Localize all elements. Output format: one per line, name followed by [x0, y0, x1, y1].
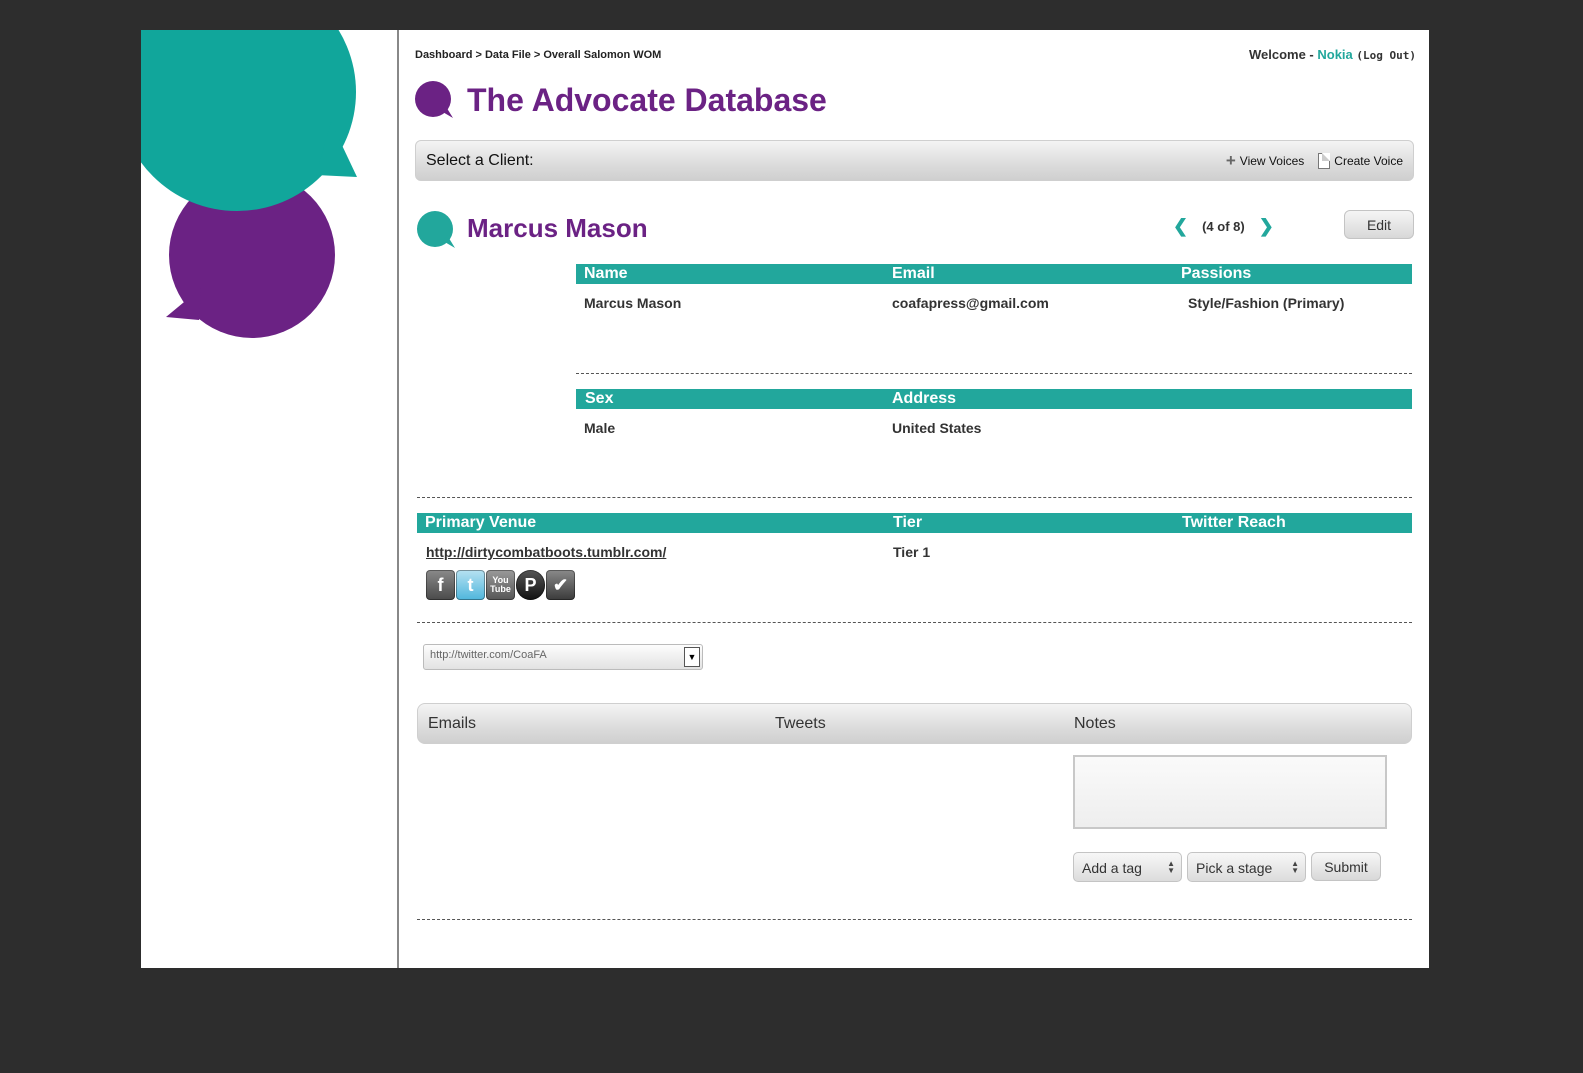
social-links: f t You Tube P ✔	[426, 570, 575, 600]
sex-value: Male	[584, 420, 616, 436]
activity-tabs: Emails Tweets Notes	[417, 703, 1412, 744]
pager-count: (4 of 8)	[1202, 219, 1245, 234]
person-header: Marcus Mason ❮ (4 of 8) ❯ Edit	[417, 210, 1414, 250]
create-voice-label: Create Voice	[1334, 153, 1403, 168]
select-client-label[interactable]: Select a Client:	[426, 152, 534, 170]
person-name: Marcus Mason	[467, 213, 648, 243]
email-value: coafapress@gmail.com	[892, 295, 1049, 311]
tab-emails[interactable]: Emails	[428, 715, 476, 733]
passions-value: Style/Fashion (Primary)	[1188, 295, 1345, 311]
chevron-left-icon[interactable]: ❮	[1173, 216, 1188, 237]
main-content: Dashboard > Data File > Overall Salomon …	[415, 30, 1416, 968]
create-voice-button[interactable]: Create Voice	[1318, 152, 1403, 169]
app-frame: Dashboard > Data File > Overall Salomon …	[141, 30, 1429, 968]
client-toolbar: Select a Client: + View Voices Create Vo…	[415, 140, 1414, 181]
plus-icon: +	[1225, 151, 1236, 170]
add-tag-select[interactable]: Add a tag ▲ ▼	[1073, 852, 1182, 882]
divider	[417, 497, 1412, 498]
demographics-values-row: Male United States	[576, 420, 1412, 440]
sidebar-logo	[141, 30, 399, 968]
dropdown-arrow-icon[interactable]: ▼	[684, 647, 700, 667]
title-row: The Advocate Database	[415, 81, 827, 119]
profile-url-select[interactable]: http://twitter.com/CoaFA ▼	[423, 644, 703, 670]
page-title: The Advocate Database	[467, 81, 827, 118]
tab-tweets[interactable]: Tweets	[775, 715, 826, 733]
submit-button[interactable]: Submit	[1311, 852, 1381, 881]
col-email-header: Email	[892, 265, 935, 282]
divider	[417, 622, 1412, 623]
foursquare-icon[interactable]: ✔	[546, 570, 575, 600]
venue-header-row: Primary Venue Tier Twitter Reach	[417, 513, 1412, 533]
pinterest-icon[interactable]: P	[516, 570, 545, 600]
pick-stage-select[interactable]: Pick a stage ▲ ▼	[1187, 852, 1306, 882]
tier-value: Tier 1	[893, 544, 931, 560]
view-voices-label: View Voices	[1239, 153, 1305, 168]
venue-values-row: http://dirtycombatboots.tumblr.com/ Tier…	[417, 544, 1412, 564]
chat-bubble-icon	[415, 81, 453, 119]
pick-stage-label: Pick a stage	[1196, 860, 1273, 876]
logout-link[interactable]: (Log Out)	[1356, 49, 1416, 62]
divider	[417, 919, 1412, 920]
address-value: United States	[892, 420, 982, 436]
name-value: Marcus Mason	[584, 295, 682, 311]
facebook-icon[interactable]: f	[426, 570, 455, 600]
col-twitter-reach-header: Twitter Reach	[1182, 514, 1286, 531]
speech-bubbles-logo-icon	[141, 30, 357, 338]
document-icon	[1318, 152, 1331, 169]
user-name-link[interactable]: Nokia	[1317, 47, 1352, 62]
chevron-right-icon[interactable]: ❯	[1259, 216, 1274, 237]
col-name-header: Name	[584, 265, 628, 282]
twitter-icon[interactable]: t	[456, 570, 485, 600]
col-sex-header: Sex	[585, 390, 614, 407]
info-values-row: Marcus Mason coafapress@gmail.com Style/…	[576, 295, 1412, 315]
notes-textarea[interactable]	[1073, 755, 1387, 829]
welcome-bar: Welcome - Nokia (Log Out)	[1249, 47, 1416, 62]
edit-button[interactable]: Edit	[1344, 210, 1414, 239]
view-voices-button[interactable]: + View Voices	[1226, 152, 1304, 169]
demographics-header-row: Sex Address	[576, 389, 1412, 409]
select-arrows-icon: ▲ ▼	[1167, 859, 1175, 875]
tab-notes[interactable]: Notes	[1074, 715, 1116, 733]
add-tag-label: Add a tag	[1082, 860, 1142, 876]
col-passions-header: Passions	[1181, 265, 1252, 282]
select-arrows-icon: ▲ ▼	[1291, 859, 1299, 875]
chat-bubble-icon	[417, 211, 455, 249]
youtube-icon[interactable]: You Tube	[486, 570, 515, 600]
info-header-row: Name Email Passions	[576, 264, 1412, 284]
primary-venue-link[interactable]: http://dirtycombatboots.tumblr.com/	[426, 544, 666, 560]
record-pager: ❮ (4 of 8) ❯	[1173, 216, 1274, 237]
breadcrumb[interactable]: Dashboard > Data File > Overall Salomon …	[415, 49, 661, 61]
col-tier-header: Tier	[893, 514, 923, 531]
profile-url-value: http://twitter.com/CoaFA	[430, 649, 547, 661]
divider	[576, 373, 1412, 374]
col-primary-venue-header: Primary Venue	[425, 514, 537, 531]
welcome-prefix: Welcome -	[1248, 47, 1318, 62]
col-address-header: Address	[892, 390, 957, 407]
